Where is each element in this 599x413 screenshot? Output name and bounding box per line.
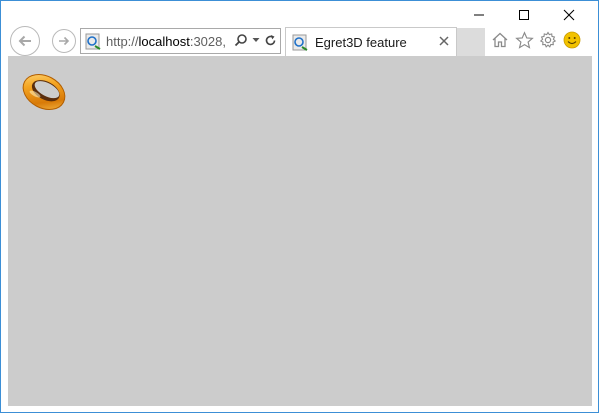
browser-window: http://localhost:3028, Egret3D feature [0,0,599,413]
back-button[interactable] [10,26,40,56]
new-tab-button[interactable] [457,28,485,56]
home-button[interactable] [490,30,510,50]
close-window-button[interactable] [546,1,591,28]
address-bar[interactable]: http://localhost:3028, [80,28,281,54]
browser-tab[interactable]: Egret3D feature [285,27,457,56]
smiley-icon [563,31,581,49]
refresh-icon[interactable] [264,34,277,47]
chevron-down-icon[interactable] [252,36,260,44]
forward-arrow-icon [59,36,70,46]
maximize-icon [518,9,529,20]
page-content [8,56,592,406]
home-icon [492,32,508,48]
tab-title: Egret3D feature [315,34,407,50]
title-bar [1,1,598,28]
forward-button[interactable] [52,29,76,53]
feedback-button[interactable] [562,30,582,50]
address-tools [234,33,277,47]
gear-icon [539,31,557,48]
url-host: localhost [138,33,190,49]
search-icon[interactable] [234,33,248,47]
site-icon [85,33,101,50]
navigation-bar: http://localhost:3028, Egret3D feature [1,25,598,56]
favorites-button[interactable] [514,30,534,50]
maximize-button[interactable] [501,1,546,28]
url-rest: :3028, [189,33,226,49]
minimize-button[interactable] [456,1,501,28]
url-text[interactable]: http://localhost:3028, [106,34,230,49]
tab-site-icon [292,34,308,51]
ring-logo-icon [22,73,66,111]
star-icon [514,30,534,49]
toolbar-icons [490,30,582,50]
url-scheme: http:// [106,33,139,49]
minimize-icon [473,14,484,15]
back-arrow-icon [18,35,31,47]
tab-close-icon[interactable] [438,35,450,47]
settings-button[interactable] [538,30,558,50]
close-icon [563,9,574,20]
